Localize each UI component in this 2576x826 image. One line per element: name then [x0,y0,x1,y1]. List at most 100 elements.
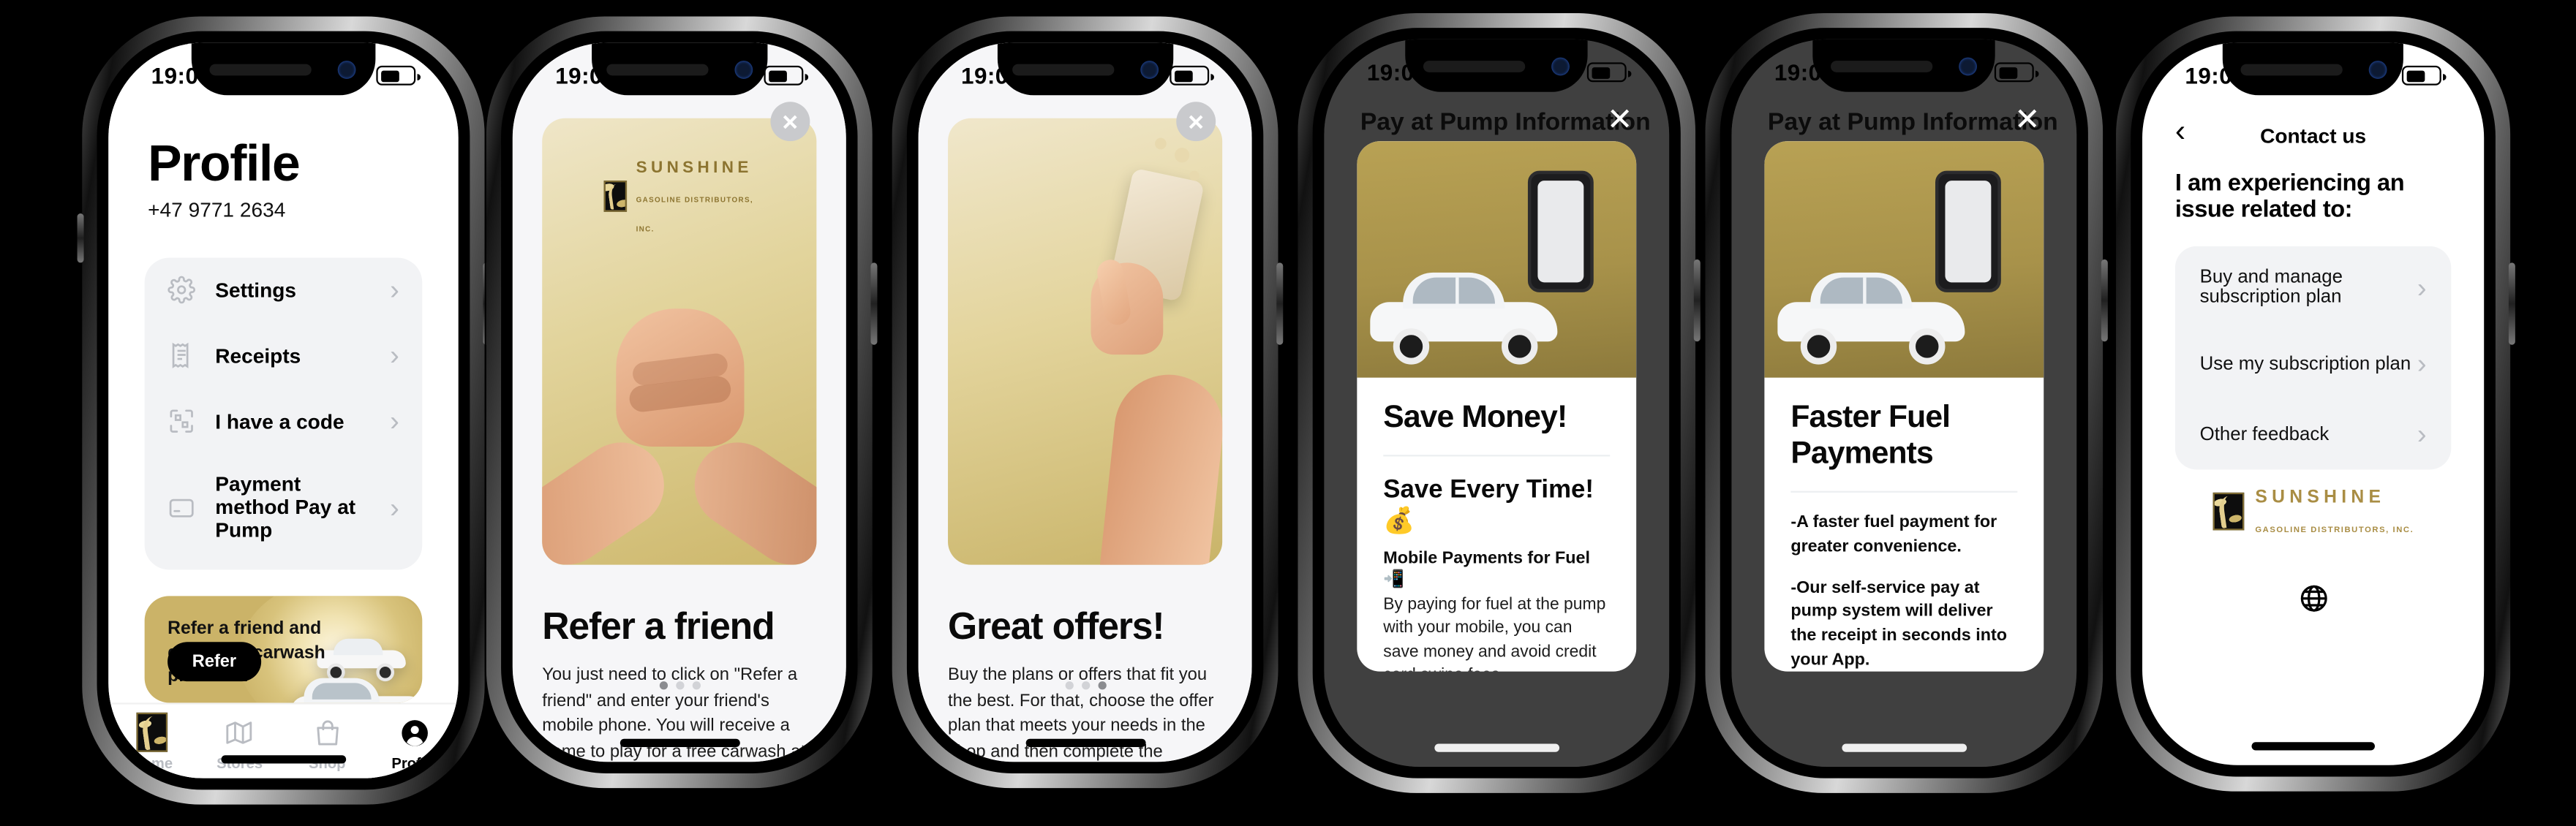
tab-bar: Home Stores Shop Profile [108,702,459,778]
pay-at-pump-illustration [1764,141,2044,378]
earpiece-speaker [606,63,709,75]
brand-name: SUNSHINE [2255,488,2386,508]
brand-tagline: GASOLINE DISTRIBUTORS, INC. [2255,525,2414,536]
chevron-right-icon: › [390,405,399,437]
screenshot-stage: 19:05➤ Profile +47 9771 2634 Settings [0,0,2576,826]
nav-title: Contact us [2260,124,2367,148]
home-indicator [220,755,347,764]
phone-contact-us: 19:06➤ ‹ Contact us I am experiencing an… [2116,16,2515,792]
gear-icon [167,276,195,304]
battery-icon [1170,65,1213,86]
refer-hero-image: SUNSHINE GASOLINE DISTRIBUTORS, INC. [542,118,817,565]
offers-hero-image [948,118,1223,565]
contact-option-other-feedback[interactable]: Other feedback › [2175,399,2451,470]
side-button[interactable] [1276,262,1284,345]
divider [1790,490,2018,493]
close-icon[interactable]: ✕ [2014,105,2041,137]
volume-up-button[interactable] [77,213,84,263]
divider [1383,455,1611,457]
chevron-right-icon: › [390,340,399,371]
dot [1080,681,1090,690]
home-indicator [1025,738,1145,748]
menu-item-label: Payment method Pay at Pump [215,473,356,542]
dot [1097,681,1106,690]
notch [996,42,1174,96]
sheet-heading: Refer a friend [542,604,775,647]
close-icon[interactable]: ✕ [1176,102,1216,142]
notch [590,42,768,96]
sheet-heading: Great offers! [948,604,1165,647]
menu-item-label: Settings [215,278,297,302]
contact-option-use-my-subscription-plan[interactable]: Use my subscription plan › [2175,328,2451,399]
menu-item-receipts[interactable]: Receipts › [145,322,423,388]
option-label: Buy and manage subscription plan [2199,268,2343,308]
close-icon[interactable]: ✕ [1607,105,1633,137]
refer-button[interactable]: Refer [167,641,261,681]
notch [1812,39,1996,92]
chevron-right-icon: › [2417,348,2427,379]
phone-refer-a-friend: 19:05➤ ✕ SUNSHINE GASOLINE DISTRIBUTORS,… [486,16,878,789]
menu-item-i-have-a-code[interactable]: I have a code › [145,388,423,454]
notch [2222,42,2404,96]
home-indicator [1434,743,1559,752]
battery-icon [764,65,807,86]
front-camera [2368,59,2387,78]
phone-profile: 19:05➤ Profile +47 9771 2634 Settings [77,16,490,805]
home-indicator [619,738,739,748]
info-modal-card: Save Money! Save Every Time! 💰 Mobile Pa… [1357,141,1637,672]
side-button[interactable] [870,262,878,345]
battery-icon [1994,62,2038,83]
menu-item-label: I have a code [215,409,344,433]
hand-with-card-illustration [948,118,1223,565]
chevron-right-icon: › [390,491,399,523]
home-indicator [2251,742,2375,751]
chevron-right-icon: › [2417,418,2427,450]
tab-profile[interactable]: Profile [371,717,459,771]
contact-options-list: Buy and manage subscription plan › Use m… [2174,246,2452,470]
side-button[interactable] [2508,262,2515,345]
qr-code-icon [167,407,195,435]
earpiece-speaker [1012,63,1114,75]
side-button[interactable] [1693,259,1701,342]
menu-item-settings[interactable]: Settings › [145,257,423,323]
receipt-icon [167,341,195,369]
globe-icon[interactable] [2297,583,2329,614]
bag-icon [312,717,343,749]
credit-card-icon [167,493,195,521]
dot [675,681,684,690]
page-dots[interactable] [1064,681,1106,690]
tab-label: Profile [391,754,438,771]
dot [658,681,667,690]
menu-item-label: Receipts [215,344,301,368]
referral-promo-card[interactable]: Refer a friend and get a free carwash pl… [144,596,423,702]
close-icon[interactable]: ✕ [770,102,810,142]
option-label: Other feedback [2199,424,2330,444]
page-title: Profile [148,134,301,192]
info-content: Save Money! Save Every Time! 💰 Mobile Pa… [1357,378,1636,672]
bullet-item: -A faster fuel payment for greater conve… [1790,514,1997,556]
section-title: Mobile Payments for Fuel 📲 [1383,550,1591,590]
phone-faster-fuel-payments: 19:04➤ Pay at Pump Information ✕ [1705,12,2108,793]
brand-name: SUNSHINE [636,159,753,178]
profile-phone-number: +47 9771 2634 [148,197,286,221]
contact-heading: I am experiencing an issue related to: [2174,170,2405,224]
battery-icon [1586,62,1631,83]
page-dots[interactable] [658,681,700,690]
contact-option-buy-and-manage-subscription-plan[interactable]: Buy and manage subscription plan › [2175,246,2451,328]
front-camera [338,59,357,78]
menu-item-payment-method[interactable]: Payment method › [145,561,423,570]
phone-save-money: 19:04➤ Pay at Pump Information ✕ [1298,12,1701,793]
person-circle-icon [399,717,431,749]
menu-item-payment-method-pay-at-pump[interactable]: Payment method Pay at Pump › [145,454,423,561]
battery-icon [2401,65,2446,86]
side-button[interactable] [2101,259,2108,342]
sunshine-brand-logo: SUNSHINE GASOLINE DISTRIBUTORS, INC. [603,151,756,240]
earpiece-speaker [1423,59,1526,72]
front-camera [1551,56,1570,75]
front-camera [1959,56,1978,75]
info-content: Faster Fuel Payments -A faster fuel paym… [1764,378,2044,672]
chevron-right-icon: › [390,274,399,306]
tab-home[interactable]: Home [108,713,196,771]
front-camera [734,59,753,78]
info-subheading: Save Every Time! 💰 [1383,476,1594,536]
